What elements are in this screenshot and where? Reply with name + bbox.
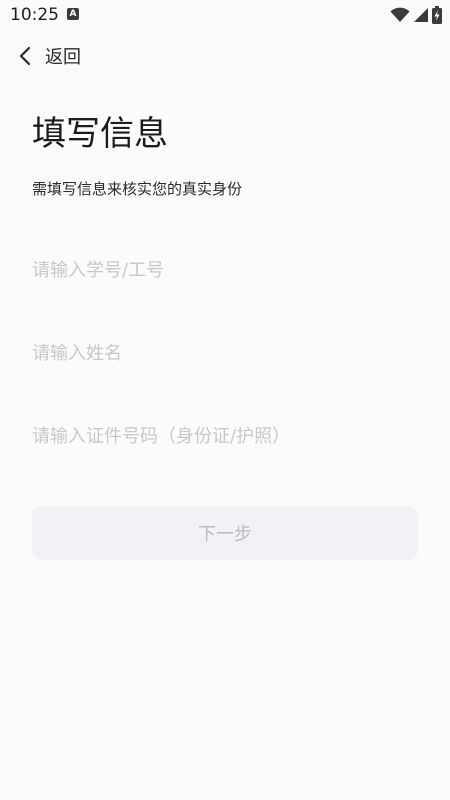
page-subtitle: 需填写信息来核实您的真实身份 [32,180,243,198]
status-bar: 10:25 A [0,0,450,32]
id-number-input[interactable] [32,419,418,453]
name-input[interactable] [32,336,418,370]
wifi-icon [390,7,410,22]
signal-icon [414,8,428,22]
status-icons [390,6,442,24]
page-title: 填写信息 [32,114,168,154]
next-button[interactable]: 下一步 [32,506,418,560]
back-label: 返回 [45,47,81,68]
back-button[interactable]: 返回 [16,38,81,74]
chevron-left-icon [19,46,31,66]
nav-bar: 返回 [0,38,450,74]
status-time: 10:25 [10,5,59,25]
student-id-input[interactable] [32,253,418,287]
battery-charging-icon [432,6,442,24]
app-notification-icon: A [67,8,79,20]
